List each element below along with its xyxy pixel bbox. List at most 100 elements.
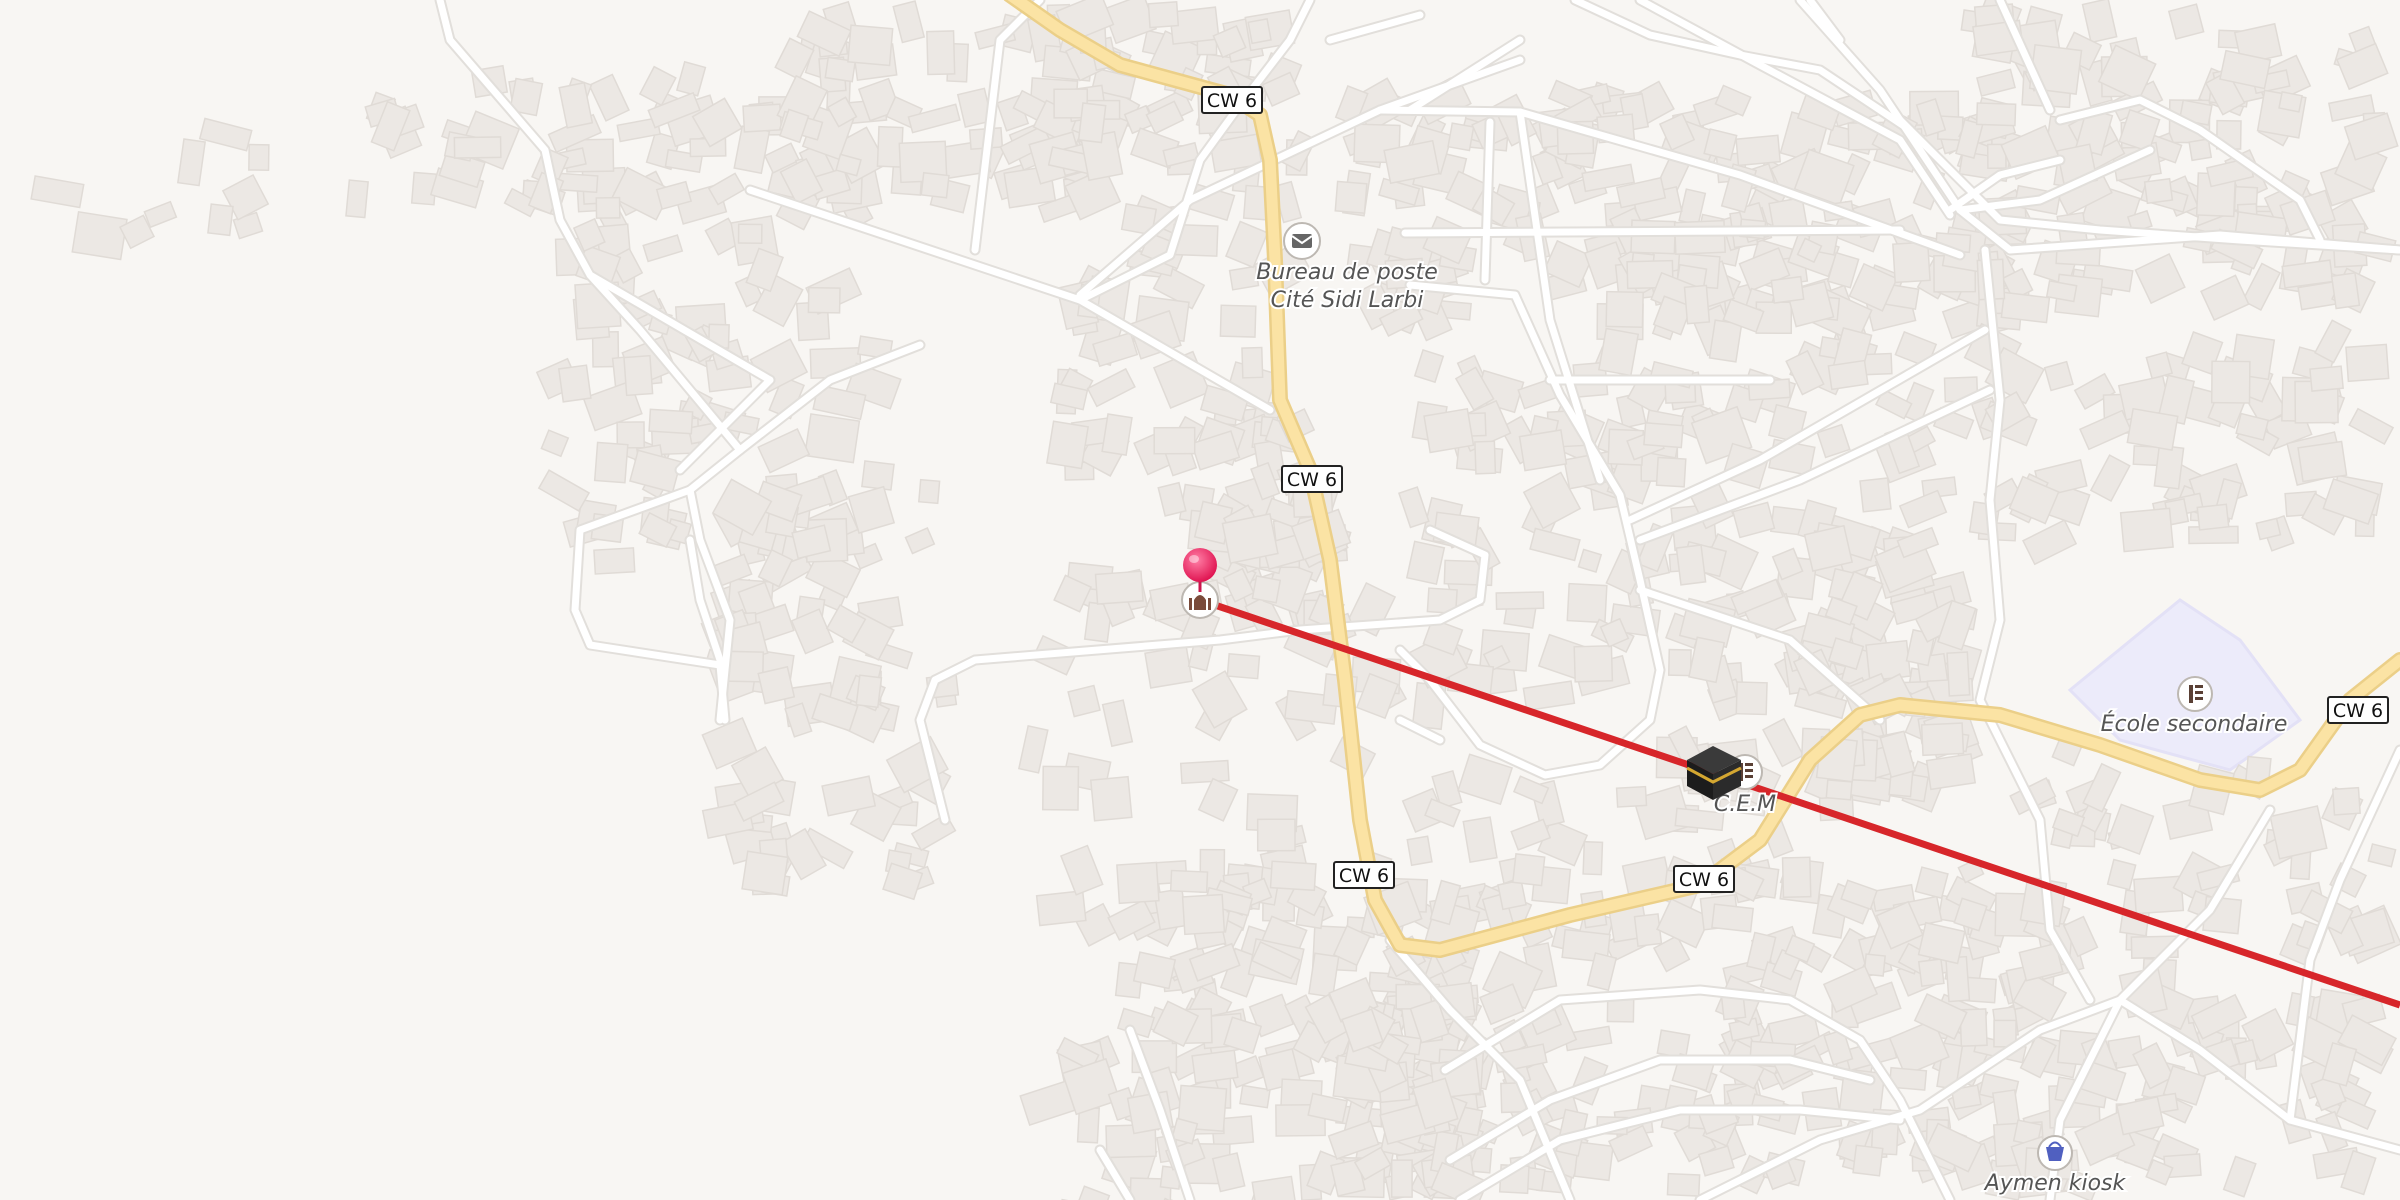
building [1147, 1, 1180, 29]
building [2233, 1038, 2259, 1066]
poi-label: Aymen kiosk [1983, 1171, 2127, 1196]
building [2167, 3, 2205, 40]
building [920, 171, 950, 199]
building [1711, 903, 1755, 933]
building [2345, 343, 2390, 383]
road-shield: CW 6 [2327, 696, 2389, 724]
building [2119, 507, 2174, 553]
building [855, 674, 883, 709]
building [1153, 426, 1196, 455]
building [807, 286, 841, 314]
building [1825, 779, 1853, 801]
building [1655, 456, 1687, 488]
building [1865, 639, 1912, 682]
building [593, 441, 629, 484]
building [2143, 177, 2174, 205]
building [1892, 241, 1931, 284]
road-shield-label: CW 6 [1207, 90, 1257, 112]
building [1334, 180, 1368, 214]
building [207, 203, 234, 237]
building [1917, 958, 1945, 988]
road-shield-label: CW 6 [2333, 700, 2383, 722]
building [757, 665, 796, 705]
road-shield: CW 6 [1333, 861, 1395, 889]
building [1781, 856, 1812, 899]
poi-label: Cité Sidi Larbi [1271, 288, 1424, 313]
building [1042, 765, 1080, 811]
poi-label: École secondaire [2101, 711, 2288, 737]
building [1597, 327, 1640, 377]
building [1390, 1159, 1413, 1198]
envelope-icon [1291, 234, 1313, 248]
building [1666, 1172, 1701, 1197]
road-shield-label: CW 6 [1339, 865, 1389, 887]
building [1447, 122, 1475, 152]
building [1703, 128, 1738, 161]
building [737, 223, 763, 244]
building [1803, 524, 1854, 572]
building [248, 143, 270, 171]
building [593, 547, 636, 575]
building [2196, 503, 2230, 531]
road-shield-label: CW 6 [1287, 469, 1337, 491]
building [1975, 102, 2017, 127]
building [1667, 648, 1692, 677]
building [1827, 359, 1869, 391]
building [1925, 753, 1977, 791]
building [1089, 775, 1133, 822]
building [2309, 365, 2344, 392]
building [1221, 513, 1279, 564]
building [1239, 1084, 1271, 1109]
building [2153, 444, 2185, 490]
building [861, 460, 895, 491]
building [1077, 102, 1107, 144]
building [71, 210, 128, 261]
building [1191, 1049, 1239, 1084]
building [1179, 759, 1230, 785]
building [595, 196, 621, 219]
building [1735, 134, 1782, 167]
building [2331, 786, 2361, 816]
building [1035, 889, 1087, 927]
road-shield: CW 6 [1201, 86, 1263, 114]
building [741, 850, 789, 896]
building [1462, 816, 1498, 864]
building [2297, 440, 2348, 483]
building [2278, 90, 2303, 113]
building [1144, 645, 1193, 689]
building [1605, 290, 1644, 328]
road-shield: CW 6 [1281, 465, 1343, 493]
road-shield-label: CW 6 [1679, 869, 1729, 891]
road-shield: CW 6 [1673, 865, 1735, 893]
building [1511, 853, 1546, 887]
building [1067, 684, 1101, 718]
building [1181, 893, 1226, 936]
building [1101, 413, 1133, 457]
building [1423, 407, 1475, 454]
building [1920, 722, 1965, 757]
building [1256, 818, 1296, 852]
building [1656, 1029, 1691, 1059]
building [1859, 477, 1892, 513]
building [1683, 284, 1711, 325]
building [2269, 805, 2328, 860]
building [1045, 420, 1090, 470]
building [742, 103, 783, 133]
building [1497, 879, 1527, 911]
poi-label: Bureau de poste [1256, 260, 1438, 285]
building [1615, 785, 1648, 808]
building [803, 413, 861, 464]
building [1247, 17, 1272, 45]
building [557, 364, 592, 403]
poi-label: C.E.M [1714, 792, 1776, 817]
building [1406, 835, 1433, 867]
building [1573, 645, 1614, 683]
building [2126, 407, 2179, 451]
building [1582, 840, 1604, 876]
building [1643, 421, 1684, 449]
map-canvas[interactable]: CW 6 CW 6 CW 6 CW 6 CW 6 Bureau de poste… [0, 0, 2400, 1200]
building [345, 179, 369, 219]
building [453, 136, 502, 159]
building [1495, 591, 1545, 610]
building [1852, 1144, 1884, 1177]
